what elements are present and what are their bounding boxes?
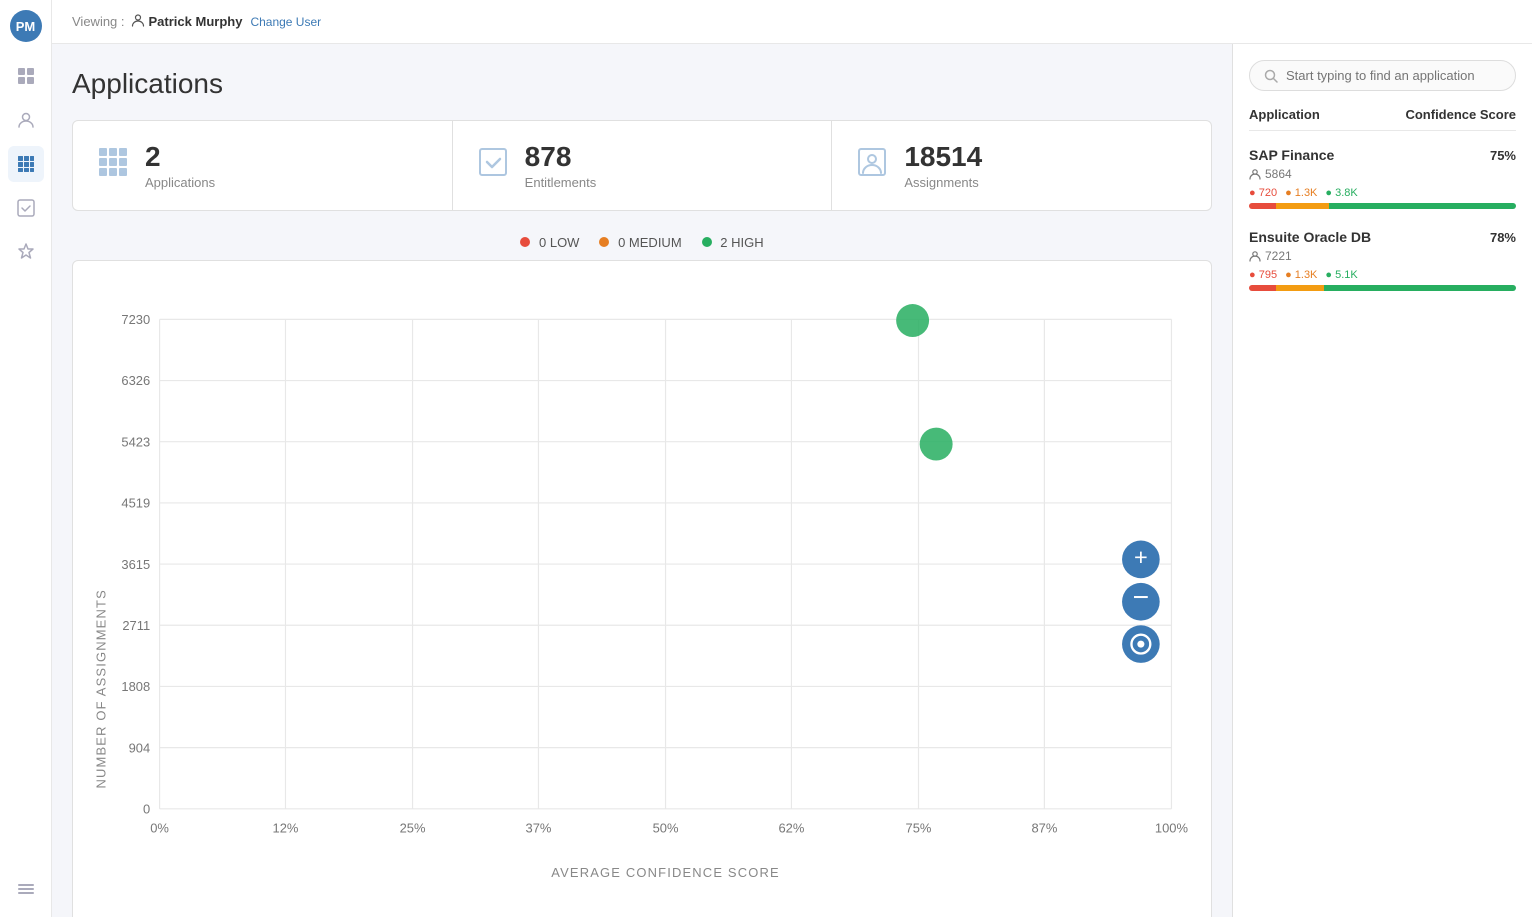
users-icon-oracle (1249, 250, 1261, 262)
svg-text:62%: 62% (778, 820, 804, 835)
risk-low-oracle: ● 795 (1249, 269, 1277, 281)
legend-medium: 0 MEDIUM (599, 235, 681, 250)
stat-card-entitlements: 878 Entitlements (453, 121, 833, 210)
app-entry-sap-finance[interactable]: SAP Finance 75% 5864 ● 720 ● 1.3K ● 3.8K (1249, 147, 1516, 209)
search-input[interactable] (1286, 68, 1501, 83)
app-entry-ensuite-oracle[interactable]: Ensuite Oracle DB 78% 7221 ● 795 ● 1.3K … (1249, 229, 1516, 291)
chart-legend: 0 LOW 0 MEDIUM 2 HIGH (72, 235, 1212, 250)
seg-red-oracle (1249, 285, 1276, 291)
applications-icon (97, 146, 129, 185)
col-application: Application (1249, 107, 1320, 122)
svg-text:904: 904 (129, 740, 151, 755)
svg-text:AVERAGE CONFIDENCE SCORE: AVERAGE CONFIDENCE SCORE (551, 865, 780, 880)
stat-value-assignments: 18514 (904, 141, 982, 173)
risk-counts-oracle: ● 795 ● 1.3K ● 5.1K (1249, 269, 1516, 281)
seg-orange-sap (1276, 203, 1329, 209)
viewing-label: Viewing : (72, 14, 125, 29)
stat-value-entitlements: 878 (525, 141, 597, 173)
risk-medium-oracle: ● 1.3K (1285, 269, 1317, 281)
svg-text:75%: 75% (906, 820, 932, 835)
search-box[interactable] (1249, 60, 1516, 91)
svg-text:87%: 87% (1031, 820, 1057, 835)
user-name: Patrick Murphy (149, 14, 243, 29)
col-confidence-score: Confidence Score (1405, 107, 1516, 122)
change-user-link[interactable]: Change User (250, 15, 321, 29)
seg-green-oracle (1324, 285, 1516, 291)
content-wrapper: Applications (52, 44, 1532, 917)
risk-counts-sap: ● 720 ● 1.3K ● 3.8K (1249, 187, 1516, 199)
stat-value-applications: 2 (145, 141, 215, 173)
svg-text:3615: 3615 (121, 557, 150, 572)
main-area: Viewing : Patrick Murphy Change User App… (52, 0, 1532, 917)
sidebar-item-dashboard[interactable] (8, 58, 44, 94)
seg-green-sap (1329, 203, 1516, 209)
app-name-sap: SAP Finance (1249, 147, 1334, 163)
risk-medium-sap: ● 1.3K (1285, 187, 1317, 199)
app-score-oracle: 78% (1490, 230, 1516, 245)
sidebar: PM (0, 0, 52, 917)
svg-text:1808: 1808 (121, 679, 150, 694)
sidebar-item-users[interactable] (8, 102, 44, 138)
stat-label-applications: Applications (145, 175, 215, 190)
stat-label-entitlements: Entitlements (525, 175, 597, 190)
svg-text:+: + (1134, 544, 1148, 570)
svg-text:0%: 0% (150, 820, 169, 835)
svg-text:0: 0 (143, 802, 150, 817)
risk-low-sap: ● 720 (1249, 187, 1277, 199)
stat-card-applications: 2 Applications (73, 121, 453, 210)
risk-high-sap: ● 3.8K (1325, 187, 1357, 199)
top-bar: Viewing : Patrick Murphy Change User (52, 0, 1532, 44)
app-users-oracle: 7221 (1249, 249, 1516, 263)
app-name-oracle: Ensuite Oracle DB (1249, 229, 1371, 245)
progress-bar-oracle (1249, 285, 1516, 291)
panel-header: Application Confidence Score (1249, 107, 1516, 131)
app-users-sap: 5864 (1249, 167, 1516, 181)
users-icon-sap (1249, 168, 1261, 180)
legend-low: 0 LOW (520, 235, 579, 250)
assignments-icon (856, 146, 888, 185)
legend-dot-high (702, 237, 712, 247)
svg-text:50%: 50% (653, 820, 679, 835)
svg-text:100%: 100% (1155, 820, 1189, 835)
svg-text:7230: 7230 (121, 312, 150, 327)
data-point-ensuite-oracle[interactable] (896, 304, 929, 337)
seg-orange-oracle (1276, 285, 1324, 291)
svg-text:4519: 4519 (121, 496, 150, 511)
user-icon (131, 13, 145, 30)
svg-text:6326: 6326 (121, 373, 150, 388)
progress-bar-sap (1249, 203, 1516, 209)
main-content: Applications (52, 44, 1232, 917)
risk-high-oracle: ● 5.1K (1325, 269, 1357, 281)
search-icon (1264, 69, 1278, 83)
svg-text:−: − (1133, 580, 1149, 612)
entitlements-icon (477, 146, 509, 185)
svg-text:5423: 5423 (121, 434, 150, 449)
sidebar-item-applications[interactable] (8, 146, 44, 182)
stat-card-assignments: 18514 Assignments (832, 121, 1211, 210)
svg-text:NUMBER OF ASSIGNMENTS: NUMBER OF ASSIGNMENTS (93, 589, 108, 788)
right-panel: Application Confidence Score SAP Finance… (1232, 44, 1532, 917)
sidebar-item-rules[interactable] (8, 234, 44, 270)
svg-text:2711: 2711 (122, 618, 150, 633)
stat-label-assignments: Assignments (904, 175, 982, 190)
svg-text:12%: 12% (273, 820, 299, 835)
data-point-sap-finance[interactable] (920, 428, 953, 461)
avatar: PM (10, 10, 42, 42)
sidebar-item-tasks[interactable] (8, 190, 44, 226)
legend-high: 2 HIGH (702, 235, 764, 250)
sidebar-item-settings[interactable] (8, 871, 44, 907)
legend-dot-medium (599, 237, 609, 247)
svg-text:25%: 25% (400, 820, 426, 835)
legend-dot-low (520, 237, 530, 247)
chart-container: NUMBER OF ASSIGNMENTS 7230 6326 5423 451… (72, 260, 1212, 917)
scatter-chart: NUMBER OF ASSIGNMENTS 7230 6326 5423 451… (89, 277, 1195, 917)
page-title: Applications (72, 68, 1212, 100)
svg-text:37%: 37% (526, 820, 552, 835)
seg-red-sap (1249, 203, 1276, 209)
stats-row: 2 Applications 878 Entitlements (72, 120, 1212, 211)
app-score-sap: 75% (1490, 148, 1516, 163)
